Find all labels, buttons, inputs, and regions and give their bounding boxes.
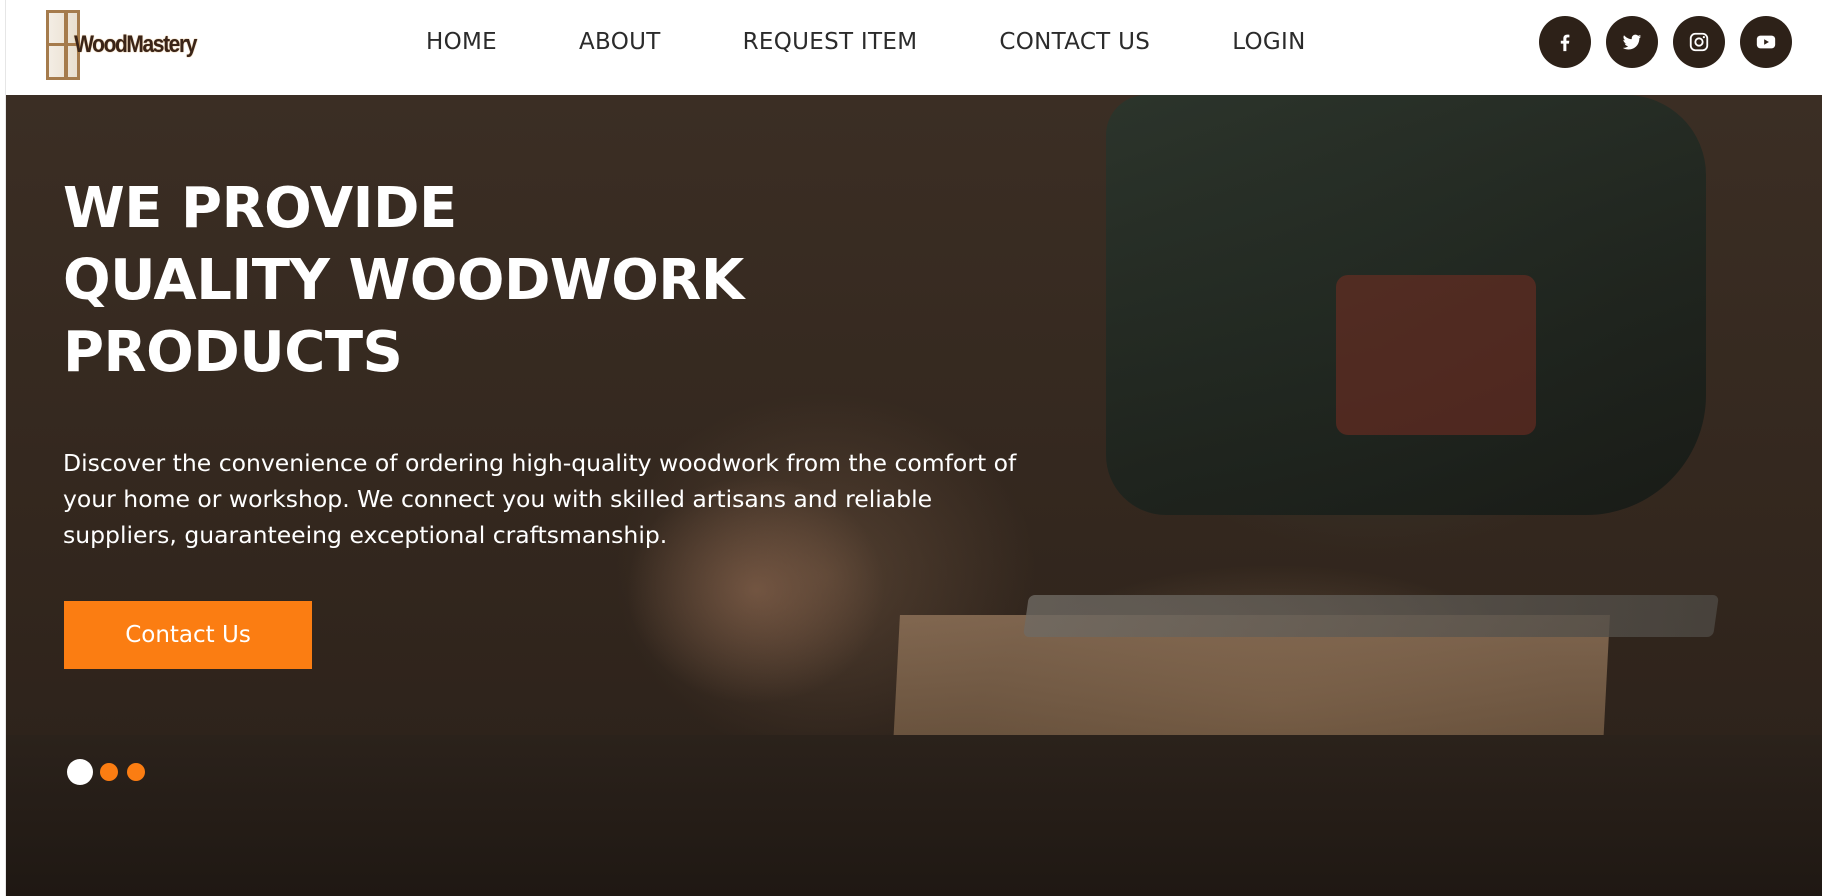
hero-banner: WE PROVIDE QUALITY WOODWORK PRODUCTS Dis… <box>6 95 1822 896</box>
nav-contact-us[interactable]: CONTACT US <box>999 29 1150 55</box>
site-logo[interactable]: WoodMastery <box>46 9 197 81</box>
carousel-dot-2[interactable] <box>100 763 118 781</box>
hero-description-line: your home or workshop. We connect you wi… <box>63 485 933 513</box>
carousel-dot-1[interactable] <box>67 759 93 785</box>
main-nav: HOME ABOUT REQUEST ITEM CONTACT US LOGIN <box>426 22 1306 62</box>
facebook-icon <box>1560 34 1570 52</box>
hero-description-line: Discover the convenience of ordering hig… <box>63 449 1017 477</box>
hero-description: Discover the convenience of ordering hig… <box>63 445 1063 553</box>
logo-text: WoodMastery <box>74 31 197 58</box>
twitter-icon <box>1622 34 1642 50</box>
nav-request-item[interactable]: REQUEST ITEM <box>743 29 918 55</box>
youtube-icon <box>1756 35 1776 49</box>
nav-about[interactable]: ABOUT <box>579 29 661 55</box>
youtube-link[interactable] <box>1740 16 1792 68</box>
hero-bg-jigsaw-detail <box>1336 275 1536 435</box>
twitter-link[interactable] <box>1606 16 1658 68</box>
site-header: WoodMastery HOME ABOUT REQUEST ITEM CONT… <box>6 0 1822 95</box>
hero-title-line: PRODUCTS <box>63 320 403 385</box>
instagram-link[interactable] <box>1673 16 1725 68</box>
contact-us-button[interactable]: Contact Us <box>64 601 312 669</box>
carousel-dot-3[interactable] <box>127 763 145 781</box>
social-links <box>1539 16 1792 68</box>
hero-bg-bench <box>6 735 1822 896</box>
hero-description-line: suppliers, guaranteeing exceptional craf… <box>63 521 668 549</box>
hero-title: WE PROVIDE QUALITY WOODWORK PRODUCTS <box>63 173 744 389</box>
hero-title-line: QUALITY WOODWORK <box>63 248 744 313</box>
nav-login[interactable]: LOGIN <box>1232 29 1305 55</box>
hero-title-line: WE PROVIDE <box>63 176 457 241</box>
nav-home[interactable]: HOME <box>426 29 497 55</box>
hero-bg-saw-plate <box>1023 595 1719 637</box>
facebook-link[interactable] <box>1539 16 1591 68</box>
instagram-icon <box>1689 32 1709 52</box>
carousel-indicators <box>67 759 154 785</box>
